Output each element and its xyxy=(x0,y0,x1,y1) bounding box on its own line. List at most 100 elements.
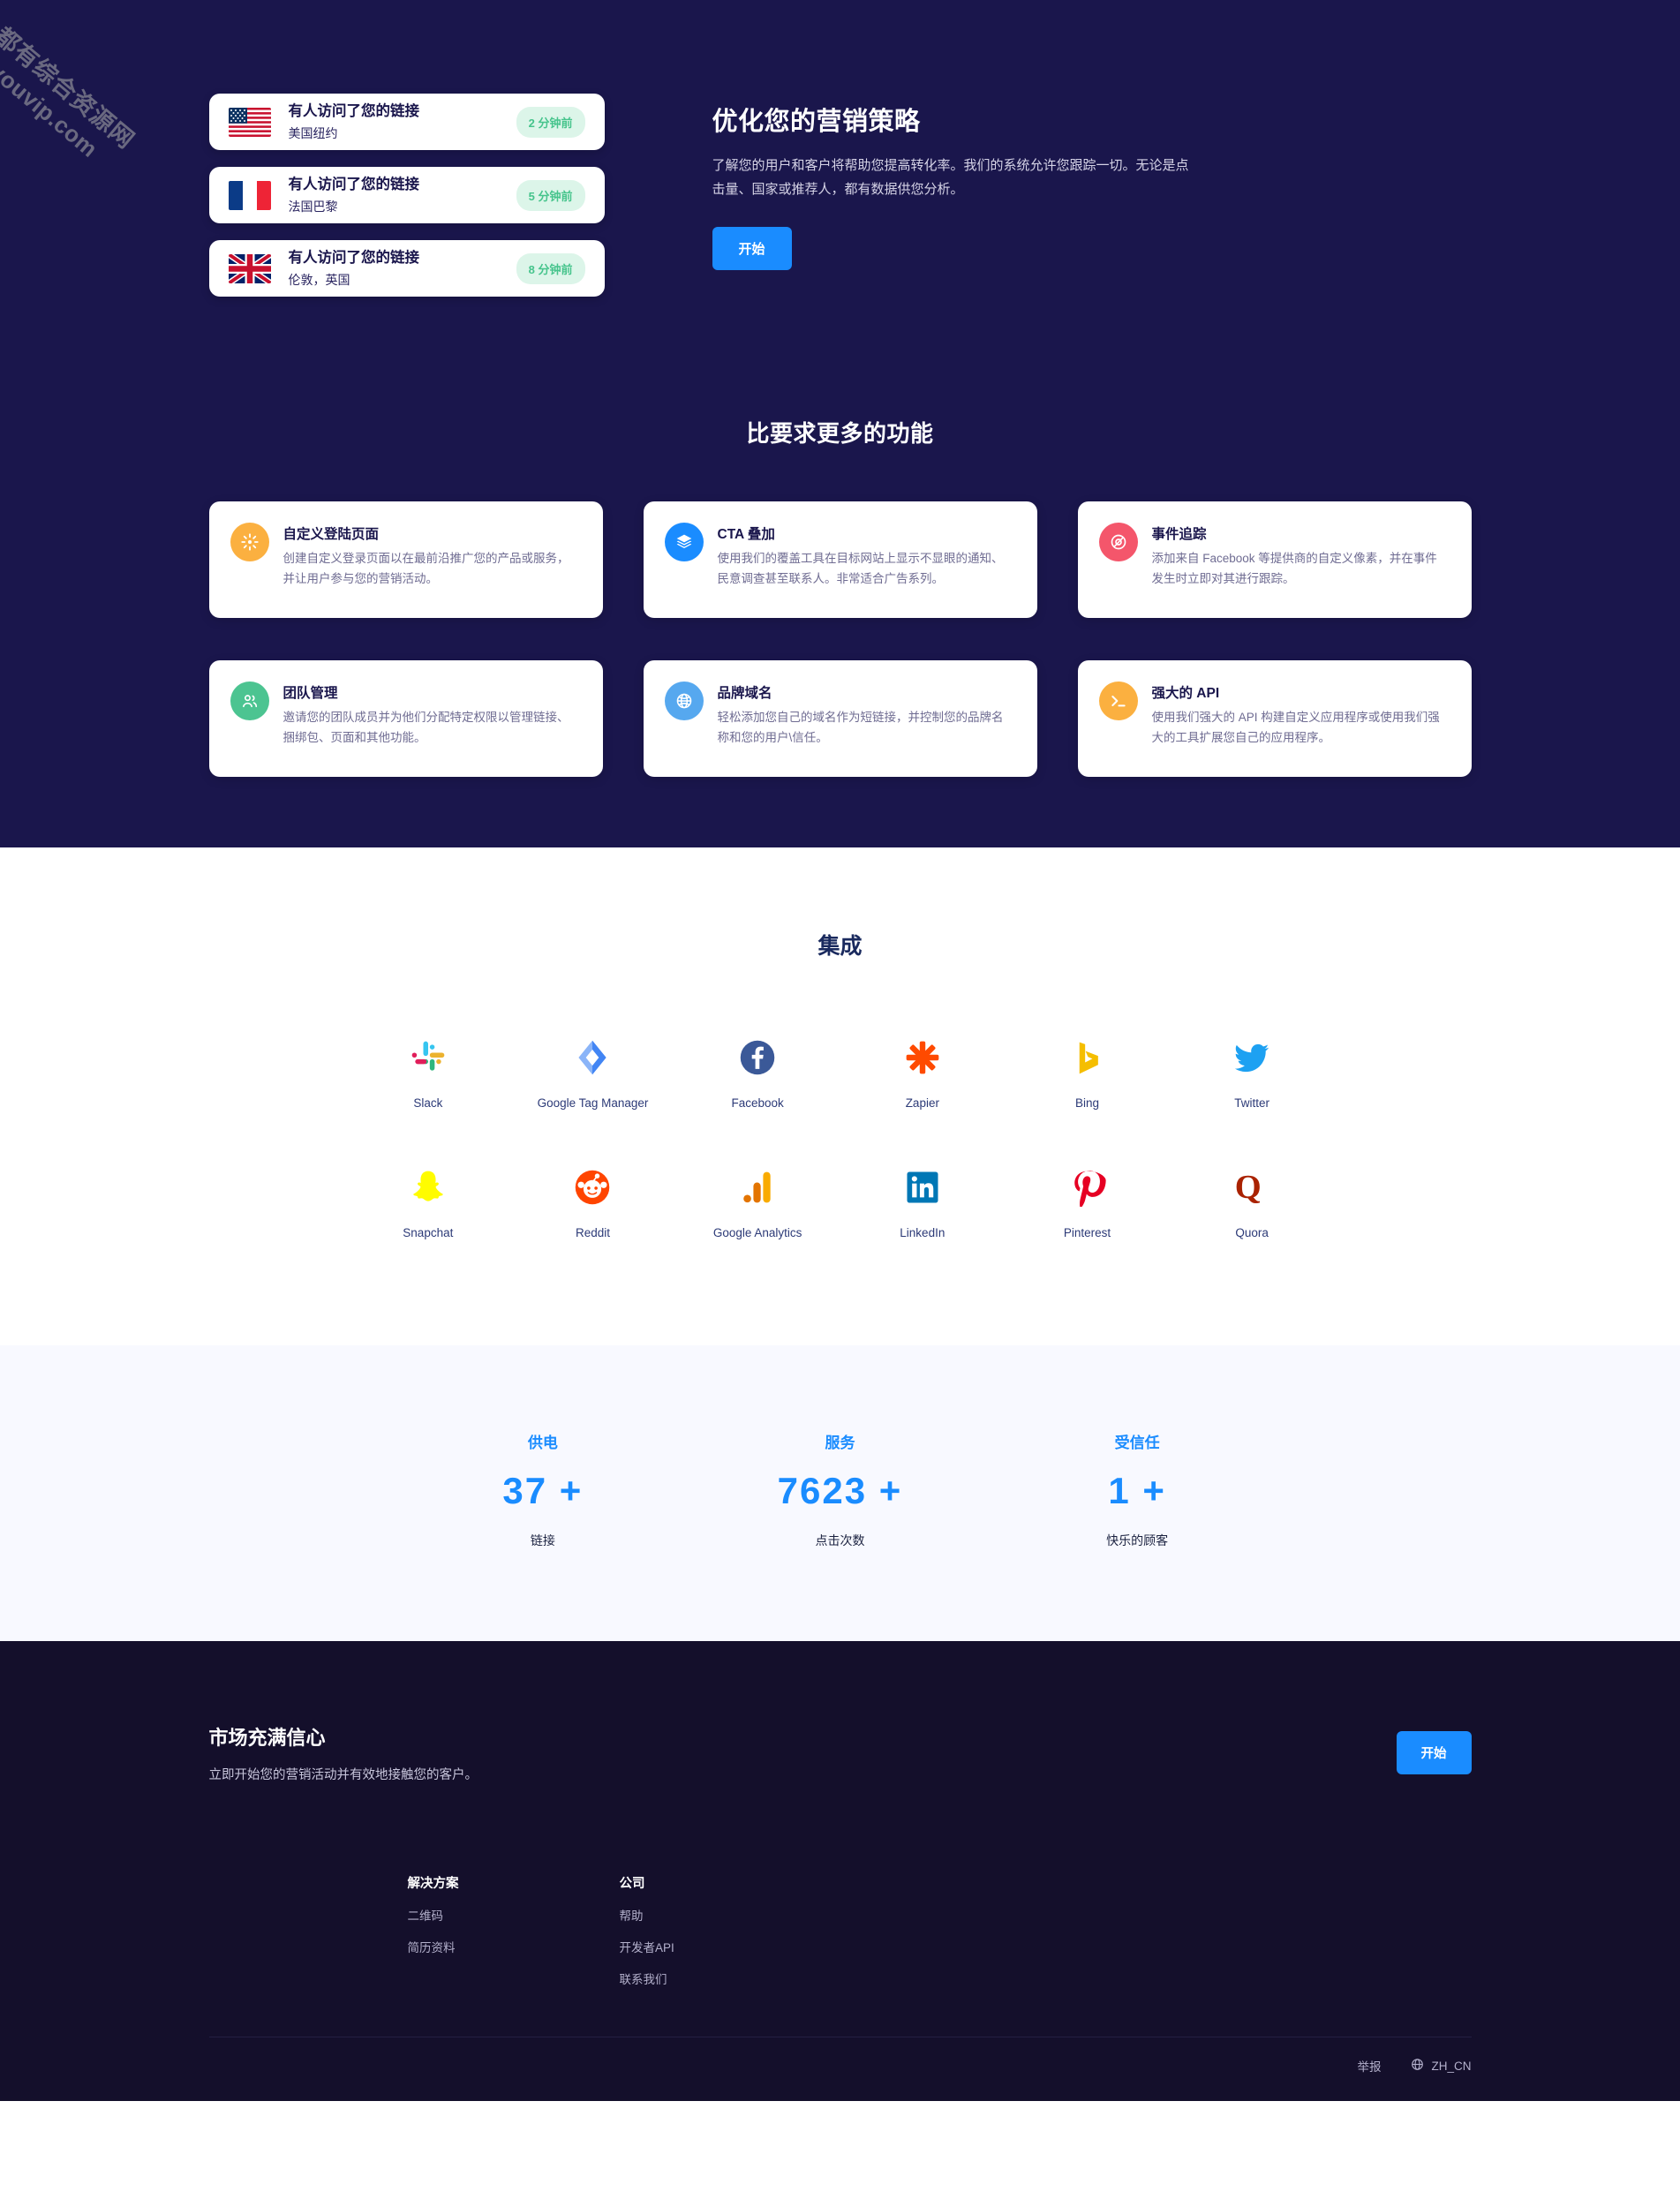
notification-time-badge: 5 分钟前 xyxy=(516,179,585,211)
notification-card[interactable]: 有人访问了您的链接 伦敦，英国 8 分钟前 xyxy=(208,240,605,297)
feature-title: CTA 叠加 xyxy=(717,527,775,542)
stats-section: 供电 37 + 链接 服务 7623 + 点击次数 受信任 1 + 快乐的顾客 xyxy=(0,1345,1680,1641)
report-label: 举报 xyxy=(1357,2060,1382,2074)
footer-column-heading: 公司 xyxy=(619,1877,645,1891)
footer-link[interactable]: 二维码 xyxy=(408,1906,620,1924)
feature-description: 使用我们强大的 API 构建自定义应用程序或使用我们强大的工具扩展您自己的应用程… xyxy=(1151,711,1440,745)
footer-cta-heading: 市场充满信心 xyxy=(208,1727,326,1749)
footer-link[interactable]: 帮助 xyxy=(620,1906,832,1924)
language-selector[interactable]: ZH_CN xyxy=(1411,2058,1472,2074)
stat-value: 37 + xyxy=(502,1470,584,1511)
feature-card[interactable]: 自定义登陆页面 创建自定义登录页面以在最前沿推广您的产品或服务，并让用户参与您的… xyxy=(208,501,603,618)
integration-label: Reddit xyxy=(575,1226,610,1239)
integration-item[interactable]: Facebook xyxy=(675,1033,840,1110)
layers-icon xyxy=(664,523,704,561)
integration-item[interactable]: Google Tag Manager xyxy=(510,1033,675,1110)
notification-card[interactable]: 有人访问了您的链接 美国纽约 2 分钟前 xyxy=(208,94,605,150)
facebook-icon xyxy=(738,1033,777,1082)
stat-sublabel: 快乐的顾客 xyxy=(1106,1533,1169,1548)
stat-sublabel: 点击次数 xyxy=(815,1533,865,1548)
target-slash-icon xyxy=(1098,523,1138,561)
footer-start-button[interactable]: 开始 xyxy=(1396,1731,1472,1774)
notification-list: 有人访问了您的链接 美国纽约 2 分钟前 有人访问了您的链接 法国巴黎 5 分钟… xyxy=(208,94,605,313)
stats-grid: 供电 37 + 链接 服务 7623 + 点击次数 受信任 1 + 快乐的顾客 xyxy=(395,1430,1286,1549)
feature-card[interactable]: 团队管理 邀请您的团队成员并为他们分配特定权限以管理链接、捆绑包、页面和其他功能… xyxy=(208,660,603,777)
notification-location: 美国纽约 xyxy=(288,125,338,140)
feature-title: 自定义登陆页面 xyxy=(283,527,380,542)
footer-column-company: 公司 帮助 开发者API 联系我们 xyxy=(620,1873,832,1987)
stat-item: 服务 7623 + 点击次数 xyxy=(691,1430,989,1549)
integration-label: Pinterest xyxy=(1063,1226,1111,1239)
integrations-section: 集成 Slack Google Tag Manager Facebook Zap… xyxy=(0,847,1680,1345)
integration-item[interactable]: Bing xyxy=(1005,1033,1170,1110)
integration-item[interactable]: Twitter xyxy=(1170,1033,1335,1110)
integration-item[interactable]: Reddit xyxy=(510,1163,675,1239)
bing-icon xyxy=(1067,1033,1106,1082)
stat-item: 受信任 1 + 快乐的顾客 xyxy=(989,1430,1286,1549)
integration-item[interactable]: Snapchat xyxy=(346,1163,511,1239)
stat-value: 1 + xyxy=(1108,1470,1166,1511)
footer-link[interactable]: 开发者API xyxy=(620,1938,832,1955)
snapchat-icon xyxy=(409,1163,448,1212)
integration-label: Snapchat xyxy=(403,1226,454,1239)
google-tag-manager-icon xyxy=(573,1033,612,1082)
notification-title: 有人访问了您的链接 xyxy=(288,177,420,193)
hero-heading: 优化您的营销策略 xyxy=(712,108,921,136)
slack-icon xyxy=(409,1033,448,1082)
us-flag-icon xyxy=(228,107,271,137)
integration-label: LinkedIn xyxy=(900,1226,945,1239)
notification-title: 有人访问了您的链接 xyxy=(288,103,420,120)
integration-label: Slack xyxy=(413,1096,443,1110)
feature-card[interactable]: 品牌域名 轻松添加您自己的域名作为短链接，并控制您的品牌名称和您的用户\信任。 xyxy=(643,660,1037,777)
footer-link[interactable]: 联系我们 xyxy=(620,1969,832,1987)
footer-link-columns: 解决方案 二维码 简历资料 公司 帮助 开发者API 联系我们 xyxy=(209,1836,1472,1987)
notification-title: 有人访问了您的链接 xyxy=(288,250,420,267)
integration-item[interactable]: Zapier xyxy=(840,1033,1006,1110)
feature-card[interactable]: CTA 叠加 使用我们的覆盖工具在目标网站上显示不显眼的通知、民意调查甚至联系人… xyxy=(643,501,1037,618)
stat-label: 供电 xyxy=(527,1435,558,1451)
integration-label: Twitter xyxy=(1234,1096,1270,1110)
integration-item[interactable]: Slack xyxy=(346,1033,511,1110)
notification-time-badge: 2 分钟前 xyxy=(516,106,585,138)
notification-time-badge: 8 分钟前 xyxy=(516,252,585,284)
integration-label: Quora xyxy=(1235,1226,1269,1239)
feature-description: 添加来自 Facebook 等提供商的自定义像素，并在事件发生时立即对其进行跟踪… xyxy=(1151,552,1437,586)
feature-title: 团队管理 xyxy=(283,686,338,701)
notification-location: 伦敦，英国 xyxy=(288,272,350,287)
pinterest-icon xyxy=(1067,1163,1107,1212)
footer-link[interactable]: 简历资料 xyxy=(408,1938,620,1955)
footer-bottom-bar: 举报 ZH_CN xyxy=(208,2037,1472,2075)
hero-section: 有人访问了您的链接 美国纽约 2 分钟前 有人访问了您的链接 法国巴黎 5 分钟… xyxy=(0,0,1680,847)
integration-label: Zapier xyxy=(905,1096,939,1110)
feature-title: 事件追踪 xyxy=(1151,527,1207,542)
footer-section: 市场充满信心 立即开始您的营销活动并有效地接触您的客户。 开始 解决方案 二维码… xyxy=(0,1641,1680,2101)
terminal-icon xyxy=(1098,682,1138,720)
footer-column-heading: 解决方案 xyxy=(407,1877,459,1891)
landing-page: 全都有综合资源网 douyouvip.com xyxy=(0,0,1680,2199)
feature-description: 邀请您的团队成员并为他们分配特定权限以管理链接、捆绑包、页面和其他功能。 xyxy=(283,711,569,745)
users-icon xyxy=(230,682,269,720)
integration-label: Bing xyxy=(1074,1096,1099,1110)
integration-item[interactable]: Q Quora xyxy=(1170,1163,1335,1239)
stat-label: 受信任 xyxy=(1114,1435,1160,1451)
notification-card[interactable]: 有人访问了您的链接 法国巴黎 5 分钟前 xyxy=(208,167,605,223)
feature-description: 轻松添加您自己的域名作为短链接，并控制您的品牌名称和您的用户\信任。 xyxy=(717,711,1004,745)
features-title: 比要求更多的功能 xyxy=(746,420,934,447)
reddit-icon xyxy=(573,1163,612,1212)
integration-item[interactable]: LinkedIn xyxy=(840,1163,1006,1239)
feature-card[interactable]: 强大的 API 使用我们强大的 API 构建自定义应用程序或使用我们强大的工具扩… xyxy=(1077,660,1472,777)
notification-location: 法国巴黎 xyxy=(288,199,338,214)
hero-paragraph: 了解您的用户和客户将帮助您提高转化率。我们的系统允许您跟踪一切。无论是点击量、国… xyxy=(712,158,1189,198)
report-link[interactable]: 举报 xyxy=(1357,2057,1381,2075)
integration-label: Facebook xyxy=(731,1096,784,1110)
feature-description: 创建自定义登录页面以在最前沿推广您的产品或服务，并让用户参与您的营销活动。 xyxy=(283,552,569,586)
hero-start-button[interactable]: 开始 xyxy=(712,226,792,270)
feature-card[interactable]: 事件追踪 添加来自 Facebook 等提供商的自定义像素，并在事件发生时立即对… xyxy=(1077,501,1472,618)
integration-item[interactable]: Pinterest xyxy=(1005,1163,1170,1239)
stat-item: 供电 37 + 链接 xyxy=(395,1430,692,1549)
feature-description: 使用我们的覆盖工具在目标网站上显示不显眼的通知、民意调查甚至联系人。非常适合广告… xyxy=(717,552,1004,586)
hero-copy: 优化您的营销策略 了解您的用户和客户将帮助您提高转化率。我们的系统允许您跟踪一切… xyxy=(712,94,1189,270)
integration-item[interactable]: Google Analytics xyxy=(675,1163,840,1239)
integration-label: Google Analytics xyxy=(712,1226,802,1239)
globe-icon xyxy=(664,682,704,720)
